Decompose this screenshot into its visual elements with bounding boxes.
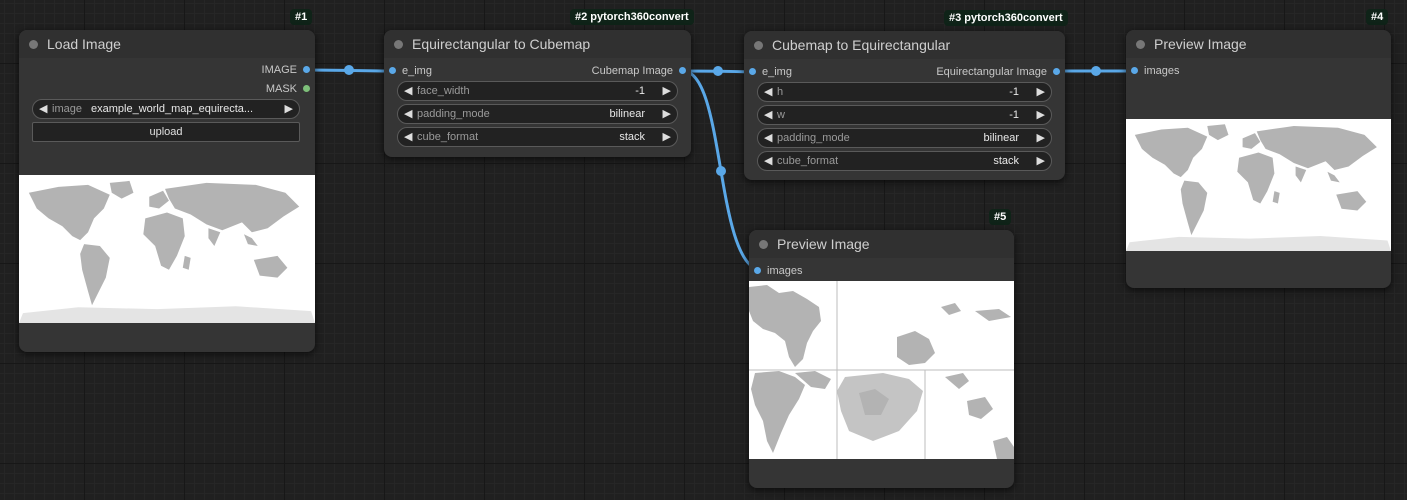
widget-value: -1 xyxy=(1009,86,1019,98)
output-dot-icon[interactable] xyxy=(679,67,686,74)
output-dot-icon[interactable] xyxy=(303,66,310,73)
node-title: Cubemap to Equirectangular xyxy=(772,37,951,53)
slot-label: Equirectangular Image xyxy=(936,66,1047,78)
input-slot-images[interactable]: images xyxy=(749,264,802,278)
widget-value: stack xyxy=(993,155,1019,167)
collapse-dot-icon[interactable] xyxy=(394,40,403,49)
arrow-right-icon[interactable]: ▶ xyxy=(663,128,671,146)
cube-format-widget[interactable]: ◀ cube_format stack ▶ xyxy=(397,127,678,147)
arrow-right-icon[interactable]: ▶ xyxy=(1037,106,1045,124)
widget-label: face_width xyxy=(417,85,470,97)
preview-image-node-4[interactable]: Preview Image images xyxy=(1126,30,1391,288)
output-dot-icon[interactable] xyxy=(303,85,310,92)
input-dot-icon[interactable] xyxy=(749,68,756,75)
cube-format-widget[interactable]: ◀ cube_format stack ▶ xyxy=(757,151,1052,171)
arrow-left-icon[interactable]: ◀ xyxy=(764,129,772,147)
widget-label: image xyxy=(52,103,82,115)
world-map-image xyxy=(19,175,315,323)
image-preview xyxy=(19,175,315,323)
input-dot-icon[interactable] xyxy=(389,67,396,74)
arrow-right-icon[interactable]: ▶ xyxy=(1037,152,1045,170)
widget-label: h xyxy=(777,86,784,98)
node-title: Preview Image xyxy=(777,236,870,252)
output-slot-cubemap-image[interactable]: Cubemap Image xyxy=(592,64,691,78)
world-map-image xyxy=(1126,119,1391,251)
slot-label: images xyxy=(1144,65,1180,77)
load-image-node[interactable]: Load Image IMAGE MASK ◀ image example_wo… xyxy=(19,30,315,352)
node-title: Preview Image xyxy=(1154,36,1247,52)
collapse-dot-icon[interactable] xyxy=(754,41,763,50)
collapse-dot-icon[interactable] xyxy=(1136,40,1145,49)
slot-label: images xyxy=(767,265,803,277)
padding-mode-widget[interactable]: ◀ padding_mode bilinear ▶ xyxy=(757,128,1052,148)
arrow-left-icon[interactable]: ◀ xyxy=(404,105,412,123)
preview-image-node-5[interactable]: Preview Image images xyxy=(749,230,1014,488)
arrow-left-icon[interactable]: ◀ xyxy=(404,82,412,100)
node-header[interactable]: Preview Image xyxy=(749,230,1014,258)
node-id-badge: #2 pytorch360convert xyxy=(570,9,694,25)
arrow-right-icon[interactable]: ▶ xyxy=(1037,83,1045,101)
image-preview xyxy=(1126,119,1391,251)
collapse-dot-icon[interactable] xyxy=(759,240,768,249)
widget-label: w xyxy=(777,109,785,121)
arrow-right-icon[interactable]: ▶ xyxy=(663,105,671,123)
arrow-left-icon[interactable]: ◀ xyxy=(764,106,772,124)
cubemap-image xyxy=(749,281,1014,459)
h-widget[interactable]: ◀ h -1 ▶ xyxy=(757,82,1052,102)
node-header[interactable]: Preview Image xyxy=(1126,30,1391,58)
widget-label: padding_mode xyxy=(777,132,850,144)
node-header[interactable]: Load Image xyxy=(19,30,315,58)
output-dot-icon[interactable] xyxy=(1053,68,1060,75)
node-id-badge: #1 xyxy=(290,9,313,25)
node-id-badge: #4 xyxy=(1366,9,1389,25)
widget-value: -1 xyxy=(1009,109,1019,121)
node-id-badge: #3 pytorch360convert xyxy=(944,10,1068,26)
output-slot-mask[interactable]: MASK xyxy=(266,82,315,96)
node-title: Load Image xyxy=(47,36,121,52)
equirect-to-cubemap-node[interactable]: Equirectangular to Cubemap e_img Cubemap… xyxy=(384,30,691,157)
widget-label: cube_format xyxy=(417,131,479,143)
node-header[interactable]: Equirectangular to Cubemap xyxy=(384,30,691,58)
slot-label: e_img xyxy=(762,66,792,78)
node-header[interactable]: Cubemap to Equirectangular xyxy=(744,31,1065,59)
input-dot-icon[interactable] xyxy=(1131,67,1138,74)
slot-label: Cubemap Image xyxy=(591,65,673,77)
widget-label: cube_format xyxy=(777,155,839,167)
widget-label: padding_mode xyxy=(417,108,490,120)
w-widget[interactable]: ◀ w -1 ▶ xyxy=(757,105,1052,125)
output-slot-equirect-image[interactable]: Equirectangular Image xyxy=(936,65,1065,79)
slot-label: IMAGE xyxy=(261,64,297,76)
arrow-right-icon[interactable]: ▶ xyxy=(663,82,671,100)
collapse-dot-icon[interactable] xyxy=(29,40,38,49)
widget-value: -1 xyxy=(635,85,645,97)
arrow-left-icon[interactable]: ◀ xyxy=(764,83,772,101)
widget-value: bilinear xyxy=(983,132,1019,144)
node-title: Equirectangular to Cubemap xyxy=(412,36,591,52)
widget-value: stack xyxy=(619,131,645,143)
widget-value: example_world_map_equirecta... xyxy=(91,103,254,115)
arrow-left-icon[interactable]: ◀ xyxy=(404,128,412,146)
arrow-right-icon[interactable]: ▶ xyxy=(1037,129,1045,147)
widget-value: bilinear xyxy=(609,108,645,120)
cubemap-to-equirect-node[interactable]: Cubemap to Equirectangular e_img Equirec… xyxy=(744,31,1065,180)
face-width-widget[interactable]: ◀ face_width -1 ▶ xyxy=(397,81,678,101)
slot-label: MASK xyxy=(265,83,297,95)
arrow-left-icon[interactable]: ◀ xyxy=(39,100,47,118)
input-dot-icon[interactable] xyxy=(754,267,761,274)
upload-button[interactable]: upload xyxy=(32,122,300,142)
node-id-badge: #5 xyxy=(989,209,1012,225)
image-combo-widget[interactable]: ◀ image example_world_map_equirecta... ▶ xyxy=(32,99,300,119)
output-slot-image[interactable]: IMAGE xyxy=(262,63,315,77)
slot-label: e_img xyxy=(402,65,432,77)
input-slot-images[interactable]: images xyxy=(1126,64,1179,78)
arrow-left-icon[interactable]: ◀ xyxy=(764,152,772,170)
input-slot-e-img[interactable]: e_img xyxy=(744,65,792,79)
input-slot-e-img[interactable]: e_img xyxy=(384,64,432,78)
arrow-right-icon[interactable]: ▶ xyxy=(285,100,293,118)
image-preview xyxy=(749,281,1014,459)
padding-mode-widget[interactable]: ◀ padding_mode bilinear ▶ xyxy=(397,104,678,124)
